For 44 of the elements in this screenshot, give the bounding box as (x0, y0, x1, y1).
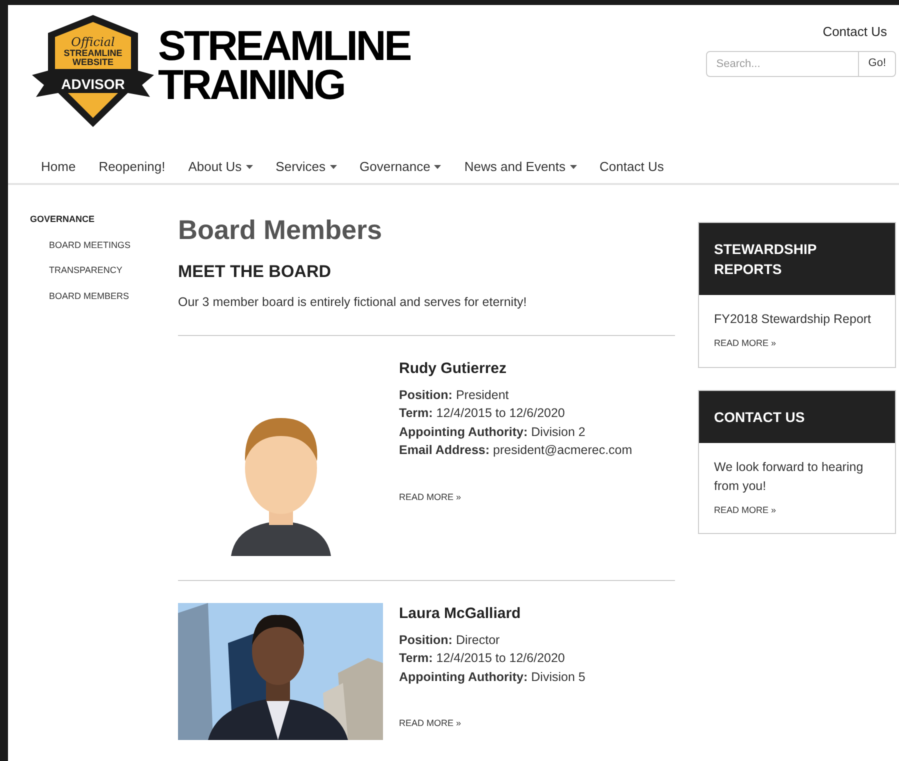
page-title: Board Members (178, 214, 384, 247)
caret-icon (434, 164, 442, 168)
read-more-link[interactable]: READ MORE » (714, 337, 880, 350)
go-button[interactable]: Go! (859, 50, 896, 76)
sidebar-link[interactable]: TRANSPARENCY (49, 264, 178, 278)
caret-icon (246, 164, 253, 168)
sidebar-link[interactable]: BOARD MEMBERS (49, 290, 178, 303)
nav-link[interactable]: Contact Us (600, 156, 664, 176)
member-detail: Term: 12/4/2015 to 12/6/2020 (399, 405, 566, 422)
sidebar-link[interactable]: BOARD MEETINGS (49, 238, 178, 252)
widget-title: CONTACT US (714, 408, 806, 426)
member-name: Laura McGalliard (399, 604, 522, 624)
nav-link[interactable]: Reopening! (98, 156, 166, 176)
nav-link[interactable]: News and Events (464, 156, 577, 176)
badge-script-text: Official (71, 35, 115, 49)
read-more-link[interactable]: READ MORE » (714, 504, 880, 517)
caret-icon (570, 164, 577, 168)
nav-link[interactable]: Services (276, 156, 337, 176)
member-detail: Appointing Authority: Division 2 (399, 424, 586, 441)
intro-text: Our 3 member board is entirely fictional and serves for eternity! (178, 294, 528, 311)
badge-text: STREAMLINE (64, 48, 122, 58)
sidebar-heading: GOVERNANCE (30, 213, 96, 226)
member-detail: Appointing Authority: Division 5 (399, 668, 586, 686)
member-name: Rudy Gutierrez (399, 359, 508, 380)
contact-link[interactable]: Contact Us (822, 22, 887, 42)
nav-link[interactable]: Governance (360, 156, 442, 176)
nav-link[interactable]: Home (41, 156, 76, 176)
member-detail: Position: Director (399, 632, 501, 649)
wordmark-text: TRAINING (158, 66, 346, 104)
nav-link[interactable]: About Us (188, 156, 253, 176)
ribbon-text: ADVISOR (61, 76, 125, 92)
caret-icon (330, 164, 337, 168)
widget-text: We look forward to hearing from you! (714, 458, 864, 495)
search-field[interactable]: Search... (706, 50, 860, 76)
wordmark-text: STREAMLINE (158, 27, 410, 66)
read-more-link[interactable]: READ MORE » (399, 717, 586, 731)
member-detail: Email Address: president@acmerec.com (399, 442, 632, 460)
badge-text: WEBSITE (72, 57, 114, 67)
widget-title: STEWARDSHIP REPORTS (714, 240, 818, 279)
widget-text: FY2018 Stewardship Report (714, 311, 872, 328)
read-more-link[interactable]: READ MORE » (399, 490, 632, 504)
member-detail: Term: 12/4/2015 to 12/6/2020 (399, 650, 566, 668)
section-title: MEET THE BOARD (178, 261, 332, 283)
member-detail: Position: President (399, 386, 510, 404)
